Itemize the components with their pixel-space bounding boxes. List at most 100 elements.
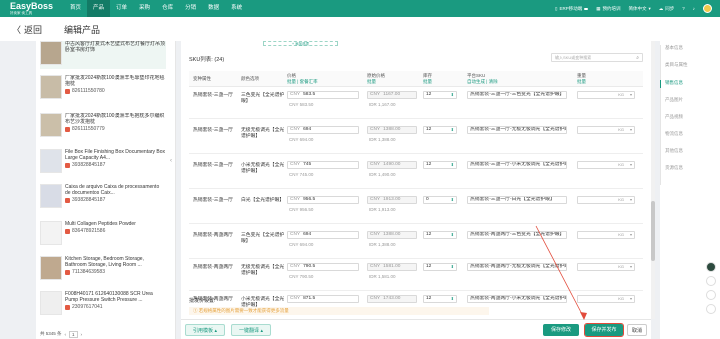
price-input[interactable]: CNY 583.5 <box>287 91 359 99</box>
price-input[interactable]: CNY 956.5 <box>287 196 359 204</box>
nav-warehouse[interactable]: 仓库 <box>156 0 179 17</box>
stepper-icon[interactable]: ⬍ <box>451 296 454 302</box>
original-price-input[interactable]: CNY 1913.00 <box>367 196 417 204</box>
next-page-icon[interactable]: › <box>81 332 83 337</box>
save-changes-button[interactable]: 保存修改 <box>543 324 579 336</box>
chevron-down-icon[interactable]: ▾ <box>630 197 632 203</box>
stock-input[interactable]: 12 ⬍ <box>423 91 457 99</box>
price-input[interactable]: CNY 745 <box>287 161 359 169</box>
weight-input[interactable]: KG ▾ <box>577 91 635 99</box>
support-avatar[interactable] <box>706 262 716 272</box>
price-input[interactable]: CNY 694 <box>287 126 359 134</box>
nav-system[interactable]: 系统 <box>225 0 248 17</box>
list-item[interactable]: Multi Collagen Peptides Powder 8364789215… <box>40 221 166 249</box>
stock-input[interactable]: 12 ⬍ <box>423 263 457 271</box>
use-template-button[interactable]: 引用模板 ▴ <box>185 324 225 336</box>
save-and-publish-button[interactable]: 保存并发布 <box>584 323 624 337</box>
stepper-icon[interactable]: ⬍ <box>451 197 454 203</box>
chevron-down-icon[interactable]: ▾ <box>630 296 632 302</box>
original-price-input[interactable]: CNY 1388.00 <box>367 231 417 239</box>
list-item[interactable]: Caixa de arquivo Caixa de processamento … <box>40 184 166 212</box>
stock-input[interactable]: 12 ⬍ <box>423 231 457 239</box>
original-batch-link[interactable]: 批量 <box>367 79 385 85</box>
language-select[interactable]: 简体中文 ▾ <box>628 6 650 12</box>
anchor-active-marker <box>660 80 661 88</box>
price-input[interactable]: CNY 790.5 <box>287 263 359 271</box>
avatar[interactable] <box>703 4 712 13</box>
nav-home[interactable]: 首页 <box>64 0 87 17</box>
original-price-input[interactable]: CNY 1490.00 <box>367 161 417 169</box>
stepper-icon[interactable]: ⬍ <box>451 232 454 238</box>
anchor-category[interactable]: 类目与属性 <box>665 62 688 68</box>
stepper-icon[interactable]: ⬍ <box>451 162 454 168</box>
back-button[interactable]: 〈 返回 <box>12 23 42 36</box>
one-click-translate-button[interactable]: 一键翻译 ▴ <box>231 324 271 336</box>
nav-data[interactable]: 数据 <box>202 0 225 17</box>
collapse-panel-icon[interactable]: ‹ <box>170 158 176 168</box>
main-scrollbar[interactable] <box>651 41 655 319</box>
help-button[interactable]: ? <box>682 6 685 11</box>
prev-page-icon[interactable]: ‹ <box>65 332 67 337</box>
list-item[interactable]: Kitchen Storage, Bedroom Storage, Bathro… <box>40 256 166 284</box>
stock-batch-link[interactable]: 批量 <box>423 79 432 85</box>
chevron-down-icon[interactable]: ▾ <box>630 92 632 98</box>
anchor-logistics[interactable]: 物流信息 <box>665 131 683 137</box>
cancel-button[interactable]: 取消 <box>627 324 647 336</box>
weight-input[interactable]: KG ▾ <box>577 196 635 204</box>
original-price-input[interactable]: CNY 1388.00 <box>367 126 417 134</box>
stock-input[interactable]: 12 ⬍ <box>423 126 457 134</box>
price-input[interactable]: CNY 871.5 <box>287 295 359 303</box>
price-batch-link[interactable]: 批量 | 套餐汇率 <box>287 79 318 85</box>
platform-sku-actions[interactable]: 自动生成 | 清除 <box>467 79 498 85</box>
chevron-down-icon[interactable]: ▾ <box>630 162 632 168</box>
sku-search-input[interactable]: 输入SKU或变种搜索 ⌕ <box>551 53 643 62</box>
logo[interactable]: EasyBoss 好卖家·卖工具 <box>0 0 64 17</box>
sync-button[interactable]: ☁ 同步 <box>659 6 675 12</box>
anchor-source[interactable]: 货源信息 <box>665 165 683 171</box>
anchor-basic-info[interactable]: 基本信息 <box>665 45 683 51</box>
nav-purchase[interactable]: 采购 <box>133 0 156 17</box>
search-icon[interactable]: ⌕ <box>636 54 639 62</box>
notification-button[interactable]: ♪ <box>693 6 695 11</box>
stock-input[interactable]: 0 ⬍ <box>423 196 457 204</box>
schedule-training-link[interactable]: ▦ 预约培训 <box>596 6 620 12</box>
stepper-icon[interactable]: ⬍ <box>451 127 454 133</box>
scrollbar-thumb[interactable] <box>651 201 655 261</box>
platform-sku-input[interactable]: 热销套装-三盏一厅-无极无极调光【全光谱护眼】 <box>467 126 567 134</box>
chevron-down-icon[interactable]: ▾ <box>630 232 632 238</box>
nav-products[interactable]: 产品 <box>87 0 111 17</box>
stepper-icon[interactable]: ⬍ <box>451 264 454 270</box>
original-price-input[interactable]: CNY 1581.00 <box>367 263 417 271</box>
erp-mobile-link[interactable]: ▯ ERP移动端 <box>555 6 589 12</box>
platform-sku-input[interactable]: 热销套装-三盏一厅-三色变光【全光谱护眼】 <box>467 91 567 99</box>
phone-icon[interactable] <box>706 290 716 300</box>
anchor-sales-info[interactable]: 销售信息 <box>665 80 683 86</box>
weight-batch-link[interactable]: 批量 <box>577 79 586 85</box>
original-price-input[interactable]: CNY 1167.00 <box>367 91 417 99</box>
list-item[interactable]: F008H40171 612640130088 SCR Urea Pump Pr… <box>40 291 166 319</box>
anchor-video[interactable]: 产品视频 <box>665 114 683 120</box>
list-item[interactable]: File Box File Finishing Box Documentary … <box>40 149 166 177</box>
nav-distribution[interactable]: 分销 <box>179 0 202 17</box>
chat-icon[interactable] <box>706 276 716 286</box>
stepper-icon[interactable]: ⬍ <box>451 92 454 98</box>
qr-icon[interactable] <box>706 304 716 314</box>
weight-input[interactable]: KG ▾ <box>577 126 635 134</box>
stock-input[interactable]: 12 ⬍ <box>423 295 457 303</box>
anchor-images[interactable]: 产品图片 <box>665 97 683 103</box>
list-item[interactable]: 中古风客厅灯复式木艺壁式布艺灯餐厅灯吊顶卧室书房灯饰 <box>40 41 166 69</box>
anchor-other[interactable]: 其他信息 <box>665 148 683 154</box>
chevron-down-icon[interactable]: ▾ <box>630 264 632 270</box>
list-item[interactable]: 厂家批发2024新款100澳洲羊毛靠垫印花地毯抱枕 826111550780 <box>40 75 166 103</box>
stock-input[interactable]: 12 ⬍ <box>423 161 457 169</box>
original-price-input[interactable]: CNY 1743.00 <box>367 295 417 303</box>
add-option-button[interactable]: + 添加选项 <box>263 41 338 46</box>
list-item[interactable]: 厂家批发2024新款100澳洲羊毛抱枕多尔编织布艺沙发抱枕 82611155077… <box>40 113 166 141</box>
price-input[interactable]: CNY 694 <box>287 231 359 239</box>
platform-sku-input[interactable]: 热销套装-三盏一厅-白光【全光谱护眼】 <box>467 196 567 204</box>
chevron-down-icon[interactable]: ▾ <box>630 127 632 133</box>
current-page[interactable]: 1 <box>69 330 78 338</box>
platform-sku-input[interactable]: 热销套装-三盏一厅-小米无极调光【全光谱护眼】 <box>467 161 567 169</box>
nav-orders[interactable]: 订单 <box>110 0 133 17</box>
weight-input[interactable]: KG ▾ <box>577 161 635 169</box>
